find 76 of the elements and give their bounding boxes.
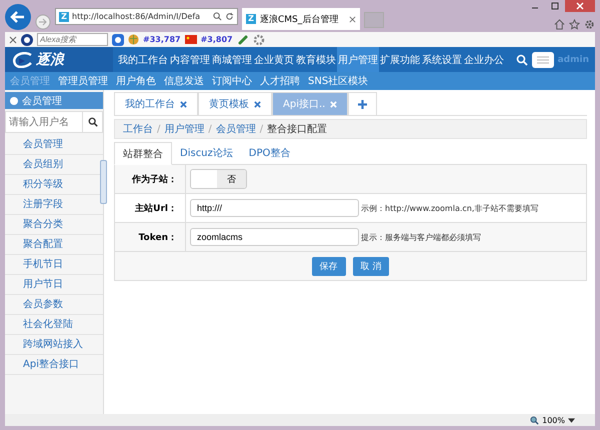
subnav-item[interactable]: SNS社区模块 <box>308 74 368 88</box>
cancel-button[interactable]: 取 消 <box>352 256 390 276</box>
settings-icon[interactable] <box>584 19 595 30</box>
nav-item[interactable]: 用户管理 <box>337 47 379 72</box>
nav-item[interactable]: 扩展功能 <box>379 47 421 72</box>
site-icon: Z <box>59 12 69 22</box>
search-icon <box>88 117 98 127</box>
tab-title: 逐浪CMS_后台管理 <box>260 14 340 26</box>
sidebar-item[interactable]: 社会化登陆 <box>5 315 103 335</box>
breadcrumb-link[interactable]: 会员管理 <box>216 122 256 136</box>
sidebar-title-text: 会员管理 <box>22 94 62 108</box>
refresh-icon[interactable] <box>225 12 234 21</box>
input-field[interactable]: http:/// <box>190 199 359 217</box>
nav-item[interactable]: 企业黄页 <box>253 47 295 72</box>
close-window-button[interactable] <box>565 0 595 12</box>
sidebar-item[interactable]: 跨域网站接入 <box>5 335 103 355</box>
sidebar-item[interactable]: Api整合接口 <box>5 355 103 375</box>
save-button[interactable]: 保存 <box>312 256 346 276</box>
tab[interactable]: DPO整合 <box>240 142 298 164</box>
home-icon[interactable] <box>554 19 565 30</box>
tab[interactable]: 站群整合 <box>114 142 172 165</box>
nav-item[interactable]: 我的工作台 <box>117 47 169 72</box>
sidebar-item[interactable]: 聚合配置 <box>5 235 103 255</box>
close-icon[interactable] <box>180 100 187 108</box>
field-label: 作为子站： <box>115 165 186 193</box>
subnav-item[interactable]: 信息发送 <box>164 74 204 88</box>
sidebar-item[interactable]: 手机节日 <box>5 255 103 275</box>
global-rank: #33,787 <box>143 35 181 44</box>
back-button[interactable] <box>5 4 31 30</box>
nav-item[interactable]: 系统设置 <box>421 47 463 72</box>
search-icon <box>213 12 222 21</box>
gear-icon[interactable] <box>252 34 265 46</box>
logo[interactable]: 逐浪 <box>5 47 113 72</box>
separator: / <box>157 124 160 134</box>
menu-button[interactable] <box>532 52 554 68</box>
sidebar-item[interactable]: 会员参数 <box>5 295 103 315</box>
close-icon[interactable] <box>9 36 17 44</box>
tab[interactable]: Discuz论坛 <box>172 142 241 164</box>
hint-text: 提示：服务端与客户端都必须填写 <box>361 232 481 242</box>
separator: / <box>208 124 212 134</box>
country-rank: #3,807 <box>200 35 233 44</box>
tab[interactable]: 我的工作台 <box>114 92 198 115</box>
browser-tab[interactable]: Z 逐浪CMS_后台管理 <box>242 8 360 30</box>
field-label: Token： <box>115 223 186 251</box>
nav-item[interactable]: 内容管理 <box>169 47 211 72</box>
toggle-switch[interactable]: 否 <box>190 169 247 189</box>
subnav-item[interactable]: 人才招聘 <box>260 74 300 88</box>
site-icon: Z <box>246 14 256 24</box>
breadcrumb-link[interactable]: 工作台 <box>123 122 153 136</box>
subnav-item[interactable]: 用户角色 <box>116 74 156 88</box>
dropdown-icon[interactable] <box>568 418 575 422</box>
input-field[interactable]: zoomlacms <box>190 228 359 246</box>
add-tab-button[interactable] <box>348 92 378 115</box>
sidebar-item[interactable]: 用户节日 <box>5 275 103 295</box>
subnav-item[interactable]: 订阅中心 <box>212 74 252 88</box>
zoom-level[interactable]: 100% <box>542 416 565 424</box>
nav-item[interactable]: 企业办公 <box>463 47 505 72</box>
breadcrumb-current: 整合接口配置 <box>267 122 328 136</box>
hint-text: 示例：http://www.zoomla.cn,非子站不需要填写 <box>361 202 538 214</box>
nav-item[interactable]: 商城管理 <box>211 47 253 72</box>
sidebar-item[interactable]: 聚合分类 <box>5 215 103 235</box>
zoom-icon <box>530 416 540 424</box>
nav-item[interactable]: 教育模块 <box>295 47 337 72</box>
address-bar[interactable]: Z http://localhost:86/Admin/I/Defa <box>55 8 238 25</box>
close-icon[interactable] <box>254 100 261 108</box>
scrollbar[interactable] <box>100 160 107 204</box>
search-icon[interactable] <box>516 54 528 66</box>
separator: / <box>260 124 264 134</box>
breadcrumb-link[interactable]: 用户管理 <box>164 122 204 136</box>
star-icon[interactable] <box>569 19 580 30</box>
subnav-item[interactable]: 管理员管理 <box>58 74 108 88</box>
close-icon[interactable] <box>349 16 356 22</box>
sidebar-item[interactable]: 会员管理 <box>5 135 103 155</box>
flag-icon <box>184 35 197 44</box>
plus-icon <box>358 100 368 108</box>
field-label: 主站Url： <box>115 194 186 222</box>
